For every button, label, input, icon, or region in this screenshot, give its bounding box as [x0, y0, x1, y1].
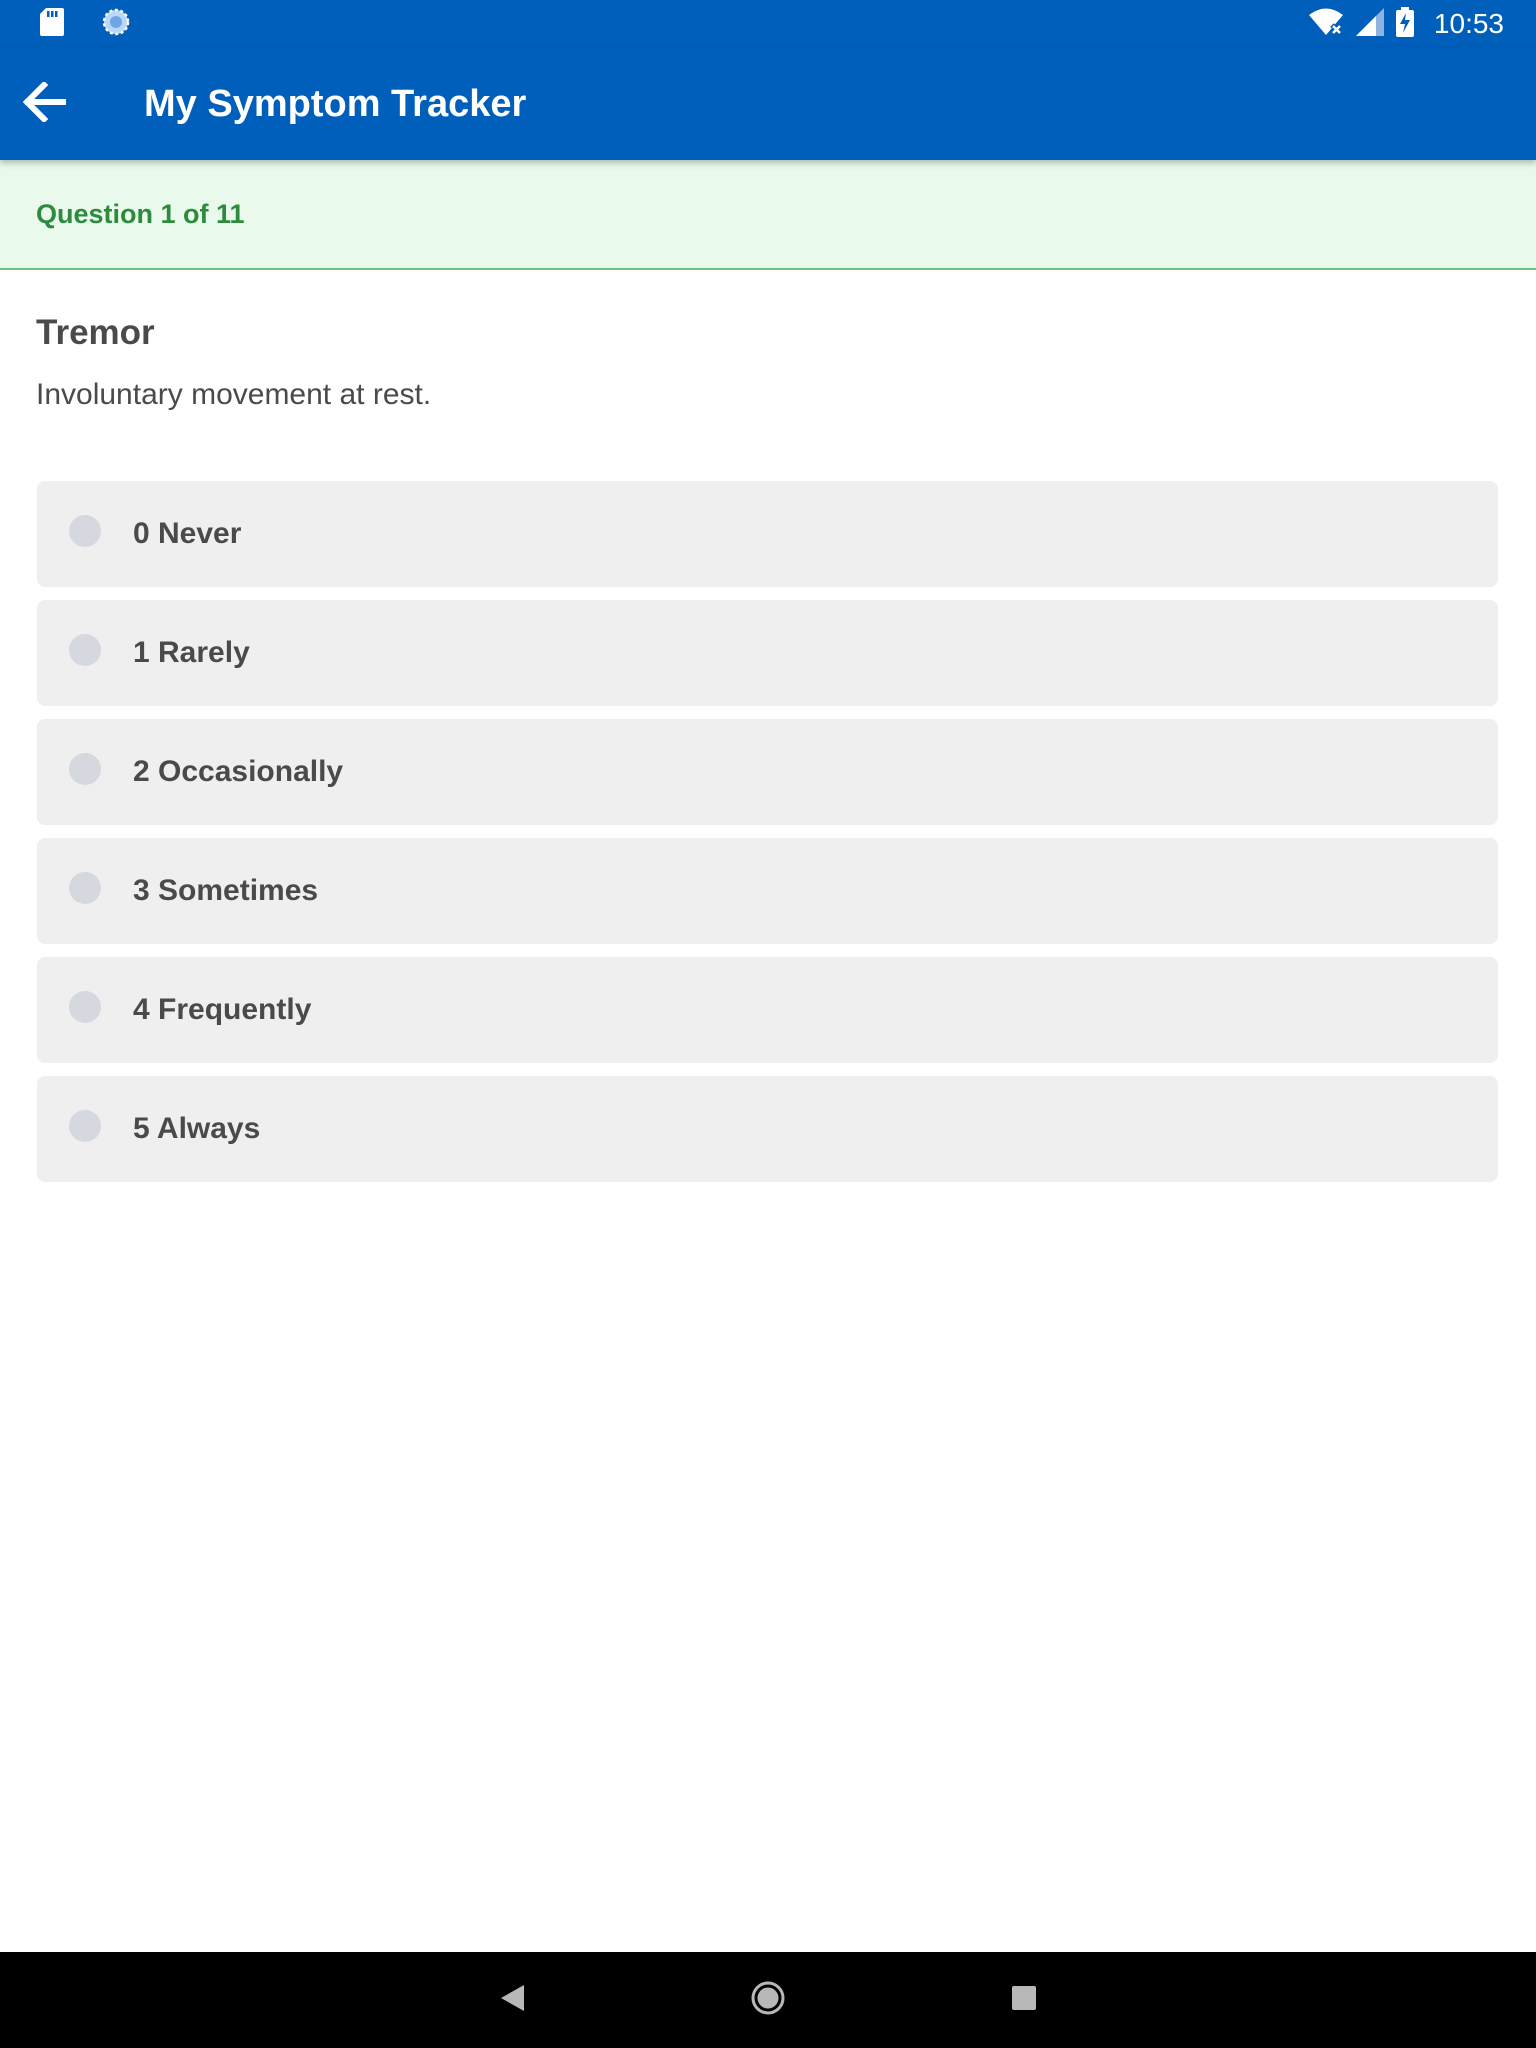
option-label: 2 Occasionally — [133, 755, 344, 788]
progress-banner: Question 1 of 11 — [0, 160, 1536, 270]
back-button[interactable] — [12, 72, 76, 136]
option-label: 0 Never — [133, 517, 242, 550]
nav-home-button[interactable] — [744, 1976, 792, 2024]
radio-button[interactable] — [69, 753, 101, 785]
status-time: 10:53 — [1433, 8, 1504, 39]
option-2-occasionally[interactable]: 2 Occasionally — [37, 719, 1498, 825]
arrow-back-icon — [22, 80, 67, 127]
option-label: 5 Always — [133, 1112, 261, 1145]
recents-square-icon — [1010, 1984, 1038, 2017]
option-5-always[interactable]: 5 Always — [37, 1076, 1498, 1182]
sync-icon — [102, 8, 130, 41]
option-label: 4 Frequently — [133, 993, 312, 1026]
option-3-sometimes[interactable]: 3 Sometimes — [37, 838, 1498, 944]
question-progress-text: Question 1 of 11 — [36, 199, 245, 229]
radio-button[interactable] — [69, 872, 101, 904]
radio-button[interactable] — [69, 1110, 101, 1142]
question-description: Involuntary movement at rest. — [36, 378, 432, 411]
status-left-icons — [40, 7, 130, 41]
radio-button[interactable] — [69, 515, 101, 547]
question-title: Tremor — [36, 313, 155, 352]
system-navigation-bar — [0, 1952, 1536, 2048]
status-right-icons: 10:53 — [1308, 6, 1504, 42]
screen: 10:53 My Symptom Tracker Question 1 of 1… — [0, 0, 1536, 2048]
option-label: 1 Rarely — [133, 636, 250, 669]
back-triangle-icon — [498, 1983, 526, 2018]
radio-button[interactable] — [69, 634, 101, 666]
app-bar: My Symptom Tracker — [0, 48, 1536, 160]
option-4-frequently[interactable]: 4 Frequently — [37, 957, 1498, 1063]
nav-back-button[interactable] — [488, 1976, 536, 2024]
option-0-never[interactable]: 0 Never — [37, 481, 1498, 587]
nav-recents-button[interactable] — [1000, 1976, 1048, 2024]
option-label: 3 Sometimes — [133, 874, 319, 907]
home-circle-icon — [750, 1980, 786, 2021]
option-1-rarely[interactable]: 1 Rarely — [37, 600, 1498, 706]
answer-options: 0 Never 1 Rarely 2 Occasionally 3 Someti… — [37, 481, 1498, 1195]
status-bar: 10:53 — [0, 0, 1536, 48]
sd-card-icon — [40, 7, 64, 41]
wifi-icon — [1308, 8, 1344, 41]
signal-icon — [1355, 7, 1384, 41]
radio-button[interactable] — [69, 991, 101, 1023]
battery-charging-icon — [1395, 6, 1414, 42]
page-title: My Symptom Tracker — [144, 83, 527, 125]
